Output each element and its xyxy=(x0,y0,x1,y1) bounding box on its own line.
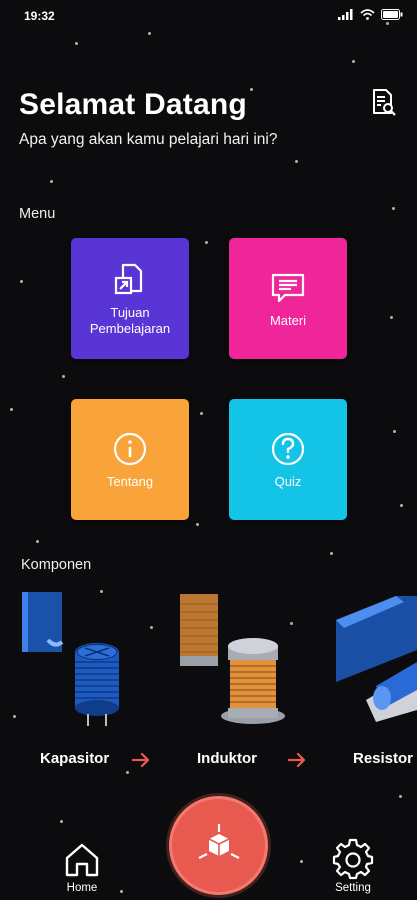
page-subtitle: Apa yang akan kamu pelajari hari ini? xyxy=(19,131,278,148)
menu-tile-tentang[interactable]: Tentang xyxy=(71,399,189,520)
gear-icon xyxy=(332,838,374,880)
menu-tile-label: Materi xyxy=(269,312,307,328)
signal-icon xyxy=(338,9,353,20)
induktor-illustration xyxy=(180,594,285,724)
component-label-resistor[interactable]: Resistor xyxy=(353,750,413,767)
nav-home-label: Home xyxy=(66,882,98,894)
status-time: 19:32 xyxy=(24,9,55,23)
menu-tile-label: Tujuan Pembelajaran xyxy=(89,304,171,336)
menu-tile-label: Tentang xyxy=(106,473,154,489)
document-export-icon xyxy=(114,263,143,294)
document-search-icon xyxy=(373,89,396,116)
arrow-right-icon xyxy=(287,752,306,768)
document-search-button[interactable] xyxy=(366,85,400,119)
components-section-label: Komponen xyxy=(21,557,92,573)
page-title: Selamat Datang xyxy=(19,88,247,121)
resistor-illustration xyxy=(336,596,417,722)
arrow-right-icon xyxy=(131,752,150,768)
home-icon xyxy=(65,843,99,877)
cube-ar-icon xyxy=(198,823,239,859)
ar-scan-button[interactable] xyxy=(169,796,268,895)
battery-icon xyxy=(381,9,403,20)
menu-tile-label: Quiz xyxy=(274,473,302,489)
question-icon xyxy=(271,432,305,465)
message-icon xyxy=(271,273,305,302)
resistor-image[interactable] xyxy=(336,590,417,730)
menu-section-label: Menu xyxy=(19,206,56,222)
status-bar: 19:32 xyxy=(0,0,417,32)
menu-tile-quiz[interactable]: Quiz xyxy=(229,399,347,520)
nav-setting[interactable]: Setting xyxy=(332,838,374,894)
nav-setting-label: Setting xyxy=(335,882,371,894)
component-label-induktor[interactable]: Induktor xyxy=(197,750,257,767)
menu-tile-materi[interactable]: Materi xyxy=(229,238,347,359)
kapasitor-illustration xyxy=(22,592,119,726)
menu-tile-tujuan[interactable]: Tujuan Pembelajaran xyxy=(71,238,189,359)
component-label-kapasitor[interactable]: Kapasitor xyxy=(40,750,109,767)
status-icons xyxy=(338,9,403,20)
induktor-image[interactable] xyxy=(178,590,288,730)
info-icon xyxy=(113,432,147,465)
nav-home[interactable]: Home xyxy=(62,840,102,894)
kapasitor-image[interactable] xyxy=(22,590,132,730)
wifi-icon xyxy=(360,9,375,20)
